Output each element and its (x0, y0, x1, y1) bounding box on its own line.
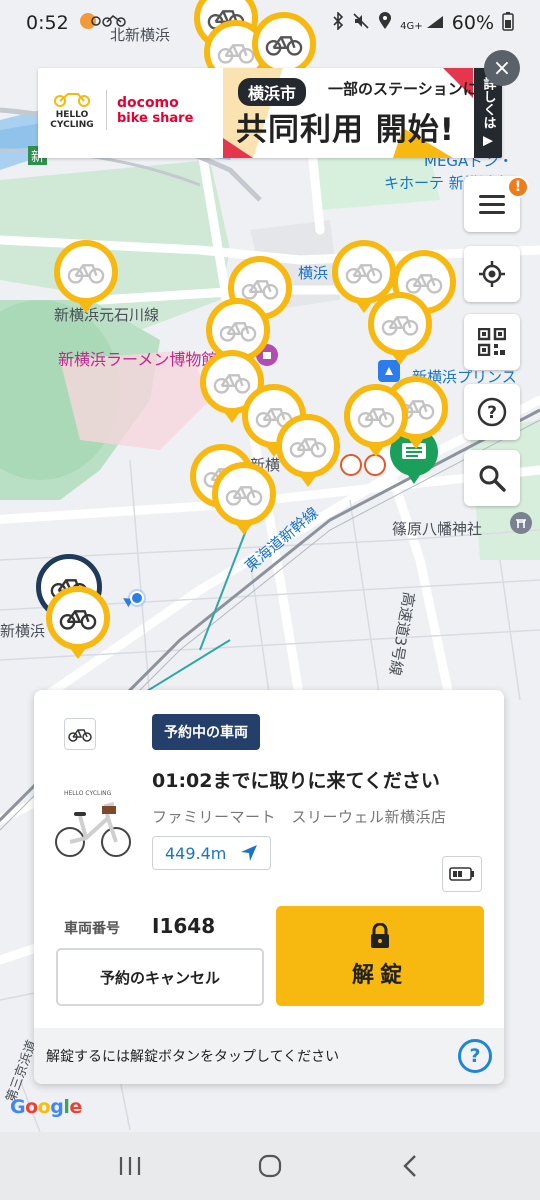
status-bar: 0:52 4G+ 60% (0, 0, 540, 46)
bike-icon (213, 374, 251, 394)
bluetooth-icon (332, 10, 344, 35)
crosshair-icon (479, 261, 505, 287)
shrine-poi-icon (510, 512, 532, 534)
map-label-ramen-museum: 新横浜ラーメン博物館 (58, 350, 218, 369)
bike-icon (381, 316, 419, 336)
question-icon: ? (477, 397, 507, 427)
battery-status-button[interactable] (442, 856, 482, 892)
ad-headline: 共同利用 開始! (236, 112, 455, 148)
reservation-status-chip: 予約中の車両 (152, 714, 260, 750)
bike-share-text: bike share (117, 110, 194, 126)
status-time: 0:52 (26, 12, 69, 34)
cancel-reservation-button[interactable]: 予約のキャンセル (56, 948, 264, 1006)
ad-banner[interactable]: HELLO CYCLING docomo bike share 横浜市 一部のス… (38, 68, 502, 158)
ad-subtitle: 一部のステーションにて (328, 80, 493, 98)
back-button[interactable] (390, 1146, 430, 1186)
google-logo: Google (10, 1096, 82, 1118)
network-type: 4G+ (400, 20, 423, 32)
close-icon: × (492, 55, 512, 81)
navigation-arrow-icon (241, 845, 258, 861)
map-label-shin-yokohama-line: 新横浜元石川線 (54, 306, 160, 324)
vehicle-number: I1648 (152, 914, 216, 938)
bike-icon (241, 280, 279, 300)
docomo-text: docomo (117, 94, 179, 111)
back-chevron-icon (403, 1155, 416, 1177)
help-circle-icon[interactable]: ? (458, 1039, 492, 1073)
station-name: ファミリーマート スリーウェル新横浜店 (152, 808, 447, 826)
unlock-label: 解錠 (351, 963, 408, 988)
bike-station-pin[interactable] (54, 240, 118, 313)
reservation-sheet: 予約中の車両 01:02までに取りに来てください HELLO CYCLING フ… (34, 690, 504, 1084)
search-button[interactable] (464, 450, 520, 506)
bike-icon (289, 438, 327, 458)
hello-cycling-notification-icon (101, 12, 127, 35)
question-mark-text: ? (487, 403, 497, 423)
hamburger-menu-icon (479, 195, 505, 214)
system-nav-bar (0, 1132, 540, 1200)
thumb-brand-text: HELLO CYCLING (64, 790, 112, 797)
unlock-button[interactable]: 解錠 (276, 906, 484, 1006)
recent-apps-icon (119, 1157, 141, 1175)
location-icon (378, 11, 392, 35)
vehicle-number-label: 車両番号 (64, 921, 120, 937)
bike-icon (59, 610, 97, 630)
help-button[interactable]: ? (464, 384, 520, 440)
bike-icon (345, 264, 383, 284)
ad-close-button[interactable]: × (484, 50, 520, 86)
docomo-logo: docomo bike share (117, 95, 193, 126)
hello-cycling-text: HELLO CYCLING (50, 109, 94, 130)
qr-scan-button[interactable] (464, 314, 520, 370)
qr-code-icon (478, 328, 506, 356)
bicycle-icon (68, 729, 92, 742)
home-button[interactable] (250, 1146, 290, 1186)
mute-icon (352, 12, 370, 35)
signal-icon: 4G+ (400, 15, 444, 32)
battery-percent: 60% (451, 12, 494, 34)
search-icon (479, 465, 506, 492)
bike-icon (219, 322, 257, 342)
rail-logo-icon (340, 454, 362, 476)
distance-button[interactable]: 449.4m (152, 836, 272, 870)
map-label-shin-yokohama-left: 新横浜 (0, 622, 46, 640)
e-bike-image (55, 802, 131, 857)
ad-city-chip: 横浜市 (238, 78, 307, 106)
unlock-hint-text: 解錠するには解錠ボタンをタップしてください (46, 1049, 340, 1065)
home-icon (258, 1154, 282, 1178)
battery-level-icon (449, 867, 474, 881)
selected-bike-station-pin[interactable] (46, 586, 110, 659)
distance-value: 449.4m (165, 843, 227, 863)
ad-logos: HELLO CYCLING docomo bike share (48, 90, 193, 130)
bike-station-pin[interactable] (344, 384, 408, 457)
bike-thumbnail: HELLO CYCLING (50, 790, 134, 862)
current-location-button[interactable] (464, 246, 520, 302)
pickup-deadline: 01:02までに取りに来てください (152, 770, 440, 792)
map-label-yokohama: 横浜 (298, 264, 329, 282)
map-label-shinohara: 篠原八幡神社 (392, 520, 483, 538)
hint-bar: 解錠するには解錠ボタンをタップしてください ? (34, 1028, 504, 1084)
bike-icon (357, 408, 395, 428)
lock-icon (371, 923, 389, 948)
bike-icon (405, 274, 443, 294)
battery-icon (502, 11, 514, 36)
bike-icon (67, 264, 105, 284)
bike-station-pin[interactable] (212, 462, 276, 535)
app-notification-icon (79, 11, 101, 36)
jr-logo-icon (364, 454, 386, 476)
recent-apps-button[interactable] (110, 1146, 150, 1186)
notification-badge: ! (507, 176, 529, 198)
bike-type-badge (64, 718, 96, 750)
bike-station-pin[interactable] (368, 292, 432, 365)
my-location-dot (130, 591, 144, 605)
bike-icon (225, 486, 263, 506)
bike-station-pin[interactable] (276, 414, 340, 487)
hello-cycling-logo: HELLO CYCLING (48, 91, 96, 130)
